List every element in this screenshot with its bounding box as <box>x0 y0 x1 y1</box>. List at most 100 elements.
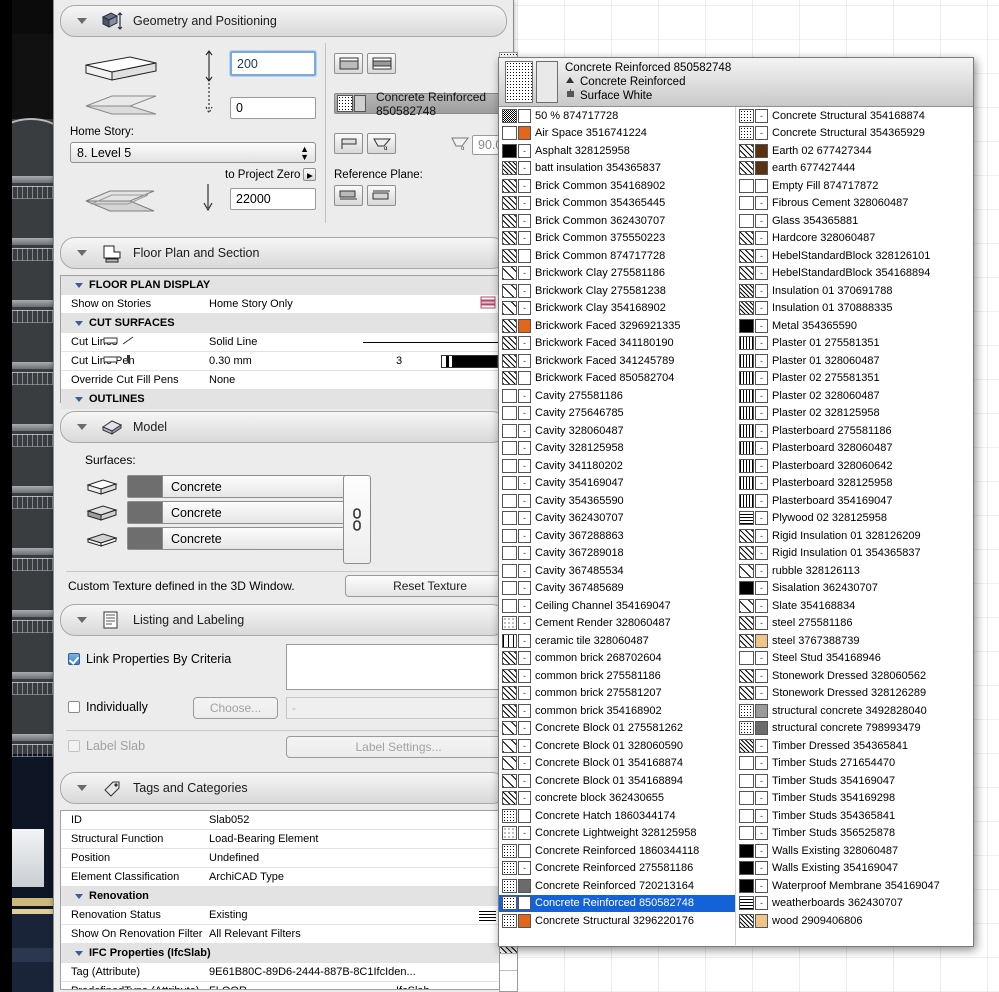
list-item[interactable]: - Walls Existing 328060487 <box>736 842 972 860</box>
simple-structure-button[interactable] <box>334 53 363 74</box>
individually-checkbox[interactable] <box>68 701 80 713</box>
list-item[interactable]: Air Space 3516741224 <box>499 125 735 143</box>
list-item[interactable]: - Walls Existing 354169047 <box>736 860 972 878</box>
table-row[interactable]: Show on Stories Home Story Only <box>61 295 506 314</box>
edge-angle-toggle-group[interactable]: α <box>334 133 396 154</box>
section-header-listing[interactable]: Listing and Labeling <box>60 604 507 636</box>
offset-input[interactable]: 0 <box>230 97 316 119</box>
list-item[interactable]: - Timber Studs 354169047 <box>736 772 972 790</box>
list-item[interactable]: - Steel Stud 354168946 <box>736 650 972 668</box>
list-item[interactable]: Concrete Hatch 1860344174 <box>499 807 735 825</box>
list-item[interactable]: - Plaster 02 328125958 <box>736 405 972 423</box>
section-header-tags[interactable]: Tags and Categories <box>60 772 507 804</box>
slab-settings-palette[interactable]: Geometry and Positioning 200 0 Home Stor… <box>53 0 554 992</box>
list-item[interactable]: - Cavity 275646785 <box>499 405 735 423</box>
list-item[interactable]: - common brick 275581186 <box>499 667 735 685</box>
fill-selector-popup[interactable]: Concrete Reinforced 850582748 Concrete R… <box>498 57 974 947</box>
chevron-down-icon[interactable] <box>77 785 87 791</box>
chevron-down-icon[interactable] <box>75 893 83 899</box>
chevron-down-icon[interactable] <box>75 282 83 288</box>
slanted-edge-button[interactable]: α <box>367 133 396 154</box>
list-item[interactable]: - Asphalt 328125958 <box>499 142 735 160</box>
list-item[interactable]: - Plywood 02 328125958 <box>736 510 972 528</box>
list-item[interactable]: - Brickwork Clay 275581186 <box>499 265 735 283</box>
project-zero-popup-icon[interactable]: ▸ <box>303 168 317 182</box>
list-item[interactable]: - Plaster 02 328060487 <box>736 387 972 405</box>
label-slab-row[interactable]: Label Slab <box>68 739 145 753</box>
list-item[interactable]: - Waterproof Membrane 354169047 <box>736 877 972 895</box>
list-item[interactable]: - Concrete Block 01 275581262 <box>499 720 735 738</box>
list-item[interactable]: - Plaster 01 275581351 <box>736 335 972 353</box>
list-item[interactable]: - Timber Studs 354365841 <box>736 807 972 825</box>
list-item[interactable]: - Concrete Block 01 354168874 <box>499 755 735 773</box>
list-item[interactable]: - Plasterboard 354169047 <box>736 492 972 510</box>
list-item[interactable]: - Sisalation 362430707 <box>736 580 972 598</box>
list-item[interactable]: - ceramic tile 328060487 <box>499 632 735 650</box>
reference-plane-toggle-group[interactable] <box>334 185 396 206</box>
list-item[interactable]: - Brick Common 375550223 <box>499 230 735 248</box>
stepper-icon[interactable]: ▲ ▼ <box>300 144 309 161</box>
surface-select-button[interactable]: Concrete▸ <box>127 527 362 550</box>
table-row[interactable]: PredefinedType (Attribute)FLOORIfcSlab <box>61 982 506 989</box>
list-item[interactable]: - rubble 328126113 <box>736 562 972 580</box>
table-row[interactable]: Renovation Status Existing <box>61 906 506 925</box>
list-item[interactable]: - Cavity 367288863 <box>499 527 735 545</box>
section-header-model[interactable]: Model <box>60 411 507 443</box>
floorplan-properties-table[interactable]: FLOOR PLAN DISPLAY Show on Stories Home St… <box>60 275 507 409</box>
list-item[interactable]: - Stonework Dressed 328126289 <box>736 685 972 703</box>
property-group-row[interactable]: IFC Properties (IfcSlab) <box>61 944 506 963</box>
list-item[interactable]: - Brickwork Clay 354168902 <box>499 300 735 318</box>
list-item[interactable]: - common brick 275581207 <box>499 685 735 703</box>
property-group-row[interactable]: CUT SURFACES <box>61 314 506 333</box>
table-row[interactable]: Element Classification ArchiCAD Type <box>61 868 506 887</box>
material-selector[interactable]: Concrete Reinforced 850582748 <box>334 90 509 118</box>
surface-select-button[interactable]: Concrete▸ <box>127 475 362 498</box>
home-story-select[interactable]: 8. Level 5 ▲ ▼ <box>70 142 316 163</box>
list-item[interactable]: Concrete Reinforced 720213164 <box>499 877 735 895</box>
list-item[interactable]: - Brick Common 354168902 <box>499 177 735 195</box>
surface-row[interactable]: Concrete▸ <box>85 501 362 524</box>
list-item[interactable]: - Timber Dressed 354365841 <box>736 737 972 755</box>
list-item[interactable]: - weatherboards 362430707 <box>736 895 972 913</box>
chevron-down-icon[interactable] <box>75 950 83 956</box>
chevron-down-icon[interactable] <box>77 617 87 623</box>
list-item[interactable]: - steel 275581186 <box>736 615 972 633</box>
table-row[interactable]: Show On Renovation Filter All Relevant Fi… <box>61 925 506 944</box>
list-item[interactable]: - Concrete Structural 354168874 <box>736 107 972 125</box>
list-item[interactable]: - Concrete Structural 354365929 <box>736 125 972 143</box>
composite-structure-button[interactable] <box>367 53 396 74</box>
list-item[interactable]: - Rigid Insulation 01 328126209 <box>736 527 972 545</box>
list-item[interactable]: Concrete Structural 3296220176 <box>499 912 735 930</box>
chevron-down-icon[interactable] <box>75 396 83 402</box>
to-project-zero-control[interactable]: to Project Zero ▸ <box>225 168 317 182</box>
list-item[interactable]: - Slate 354168834 <box>736 597 972 615</box>
chevron-down-icon[interactable] <box>77 424 87 430</box>
list-item[interactable]: - Concrete Block 01 328060590 <box>499 737 735 755</box>
list-item[interactable]: Concrete Reinforced 850582748 <box>499 894 735 912</box>
list-item[interactable]: - Cavity 354365590 <box>499 492 735 510</box>
list-item[interactable]: Earth 02 677427344 <box>736 142 972 160</box>
list-item[interactable]: - Fibrous Cement 328060487 <box>736 195 972 213</box>
list-item[interactable]: - common brick 354168902 <box>499 702 735 720</box>
list-item[interactable]: - Timber Studs 354169298 <box>736 790 972 808</box>
vertical-edge-button[interactable] <box>334 133 363 154</box>
list-item[interactable]: - Hardcore 328060487 <box>736 230 972 248</box>
label-settings-button[interactable]: Label Settings... <box>286 736 511 758</box>
table-row[interactable]: Position Undefined <box>61 849 506 868</box>
link-properties-row[interactable]: Link Properties By Criteria <box>68 652 231 666</box>
project-zero-input[interactable]: 22000 <box>230 188 316 210</box>
property-group-row[interactable]: OUTLINES <box>61 390 506 409</box>
3d-view-render[interactable] <box>0 0 56 992</box>
section-header-geometry[interactable]: Geometry and Positioning <box>60 5 507 37</box>
list-item[interactable]: - Brick Common 354365445 <box>499 195 735 213</box>
table-row[interactable]: Override Cut Fill Pens None <box>61 371 506 390</box>
table-row[interactable]: Cut Line Pen 0.30 mm 3 <box>61 352 506 371</box>
surface-select-button[interactable]: Concrete▸ <box>127 501 362 524</box>
list-item[interactable]: - Brickwork Clay 275581238 <box>499 282 735 300</box>
table-row[interactable]: ID Slab052 <box>61 811 506 830</box>
reference-plane-bottom-button[interactable] <box>367 185 396 206</box>
list-item[interactable]: - Glass 354365881 <box>736 212 972 230</box>
list-item[interactable]: - Metal 354365590 <box>736 317 972 335</box>
list-item[interactable]: - Plasterboard 328060487 <box>736 440 972 458</box>
structure-toggle-group[interactable] <box>334 53 396 74</box>
